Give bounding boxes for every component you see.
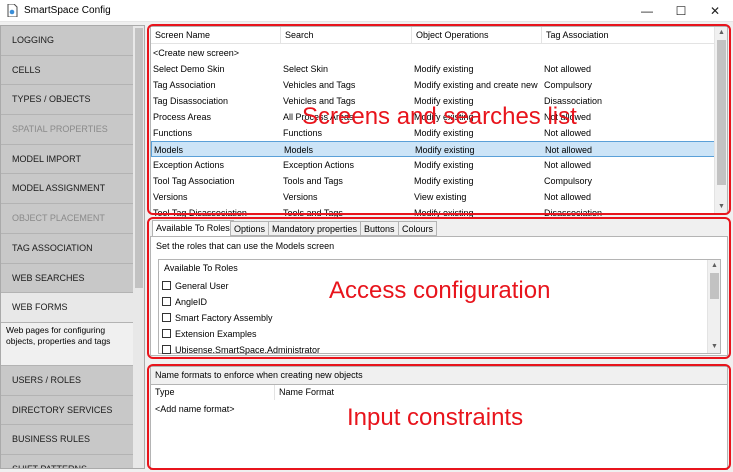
sidebar-item-web-searches[interactable]: WEB SEARCHES: [1, 263, 133, 294]
sidebar-scroll-thumb[interactable]: [135, 28, 143, 288]
sidebar-item-shift-patterns[interactable]: SHIFT PATTERNS: [1, 454, 133, 468]
sidebar-item-description: Web pages for configuring objects, prope…: [1, 322, 133, 366]
sidebar-item-model-import[interactable]: MODEL IMPORT: [1, 144, 133, 175]
sidebar-item-spatial-properties: SPATIAL PROPERTIES: [1, 115, 133, 145]
window-title: SmartSpace Config: [24, 5, 111, 16]
sidebar: LOGGING CELLS TYPES / OBJECTS SPATIAL PROPE…: [0, 25, 145, 469]
sidebar-item-types-objects[interactable]: TYPES / OBJECTS: [1, 85, 133, 116]
sidebar-item-object-placement: OBJECT PLACEMENT: [1, 204, 133, 234]
maximize-button[interactable]: ☐: [664, 0, 698, 22]
minimize-button[interactable]: —: [630, 0, 664, 22]
annotation-label-screens: Screens and searches list: [302, 103, 577, 130]
app-icon: [7, 4, 18, 17]
sidebar-item-users-roles[interactable]: USERS / ROLES: [1, 365, 133, 396]
sidebar-scrollbar[interactable]: [133, 26, 144, 468]
sidebar-item-tag-association[interactable]: TAG ASSOCIATION: [1, 233, 133, 264]
sidebar-item-logging[interactable]: LOGGING: [1, 26, 133, 56]
close-button[interactable]: ✕: [698, 0, 732, 22]
sidebar-nav: LOGGING CELLS TYPES / OBJECTS SPATIAL PROPE…: [1, 26, 133, 468]
sidebar-item-web-forms[interactable]: WEB FORMS: [1, 293, 133, 323]
title-bar: SmartSpace Config — ☐ ✕: [0, 0, 733, 22]
annotation-label-access: Access configuration: [329, 277, 551, 304]
sidebar-item-directory-services[interactable]: DIRECTORY SERVICES: [1, 395, 133, 426]
sidebar-item-model-assignment[interactable]: MODEL ASSIGNMENT: [1, 174, 133, 205]
annotation-label-constraints: Input constraints: [347, 404, 524, 431]
sidebar-item-cells[interactable]: CELLS: [1, 55, 133, 86]
sidebar-item-business-rules[interactable]: BUSINESS RULES: [1, 425, 133, 455]
